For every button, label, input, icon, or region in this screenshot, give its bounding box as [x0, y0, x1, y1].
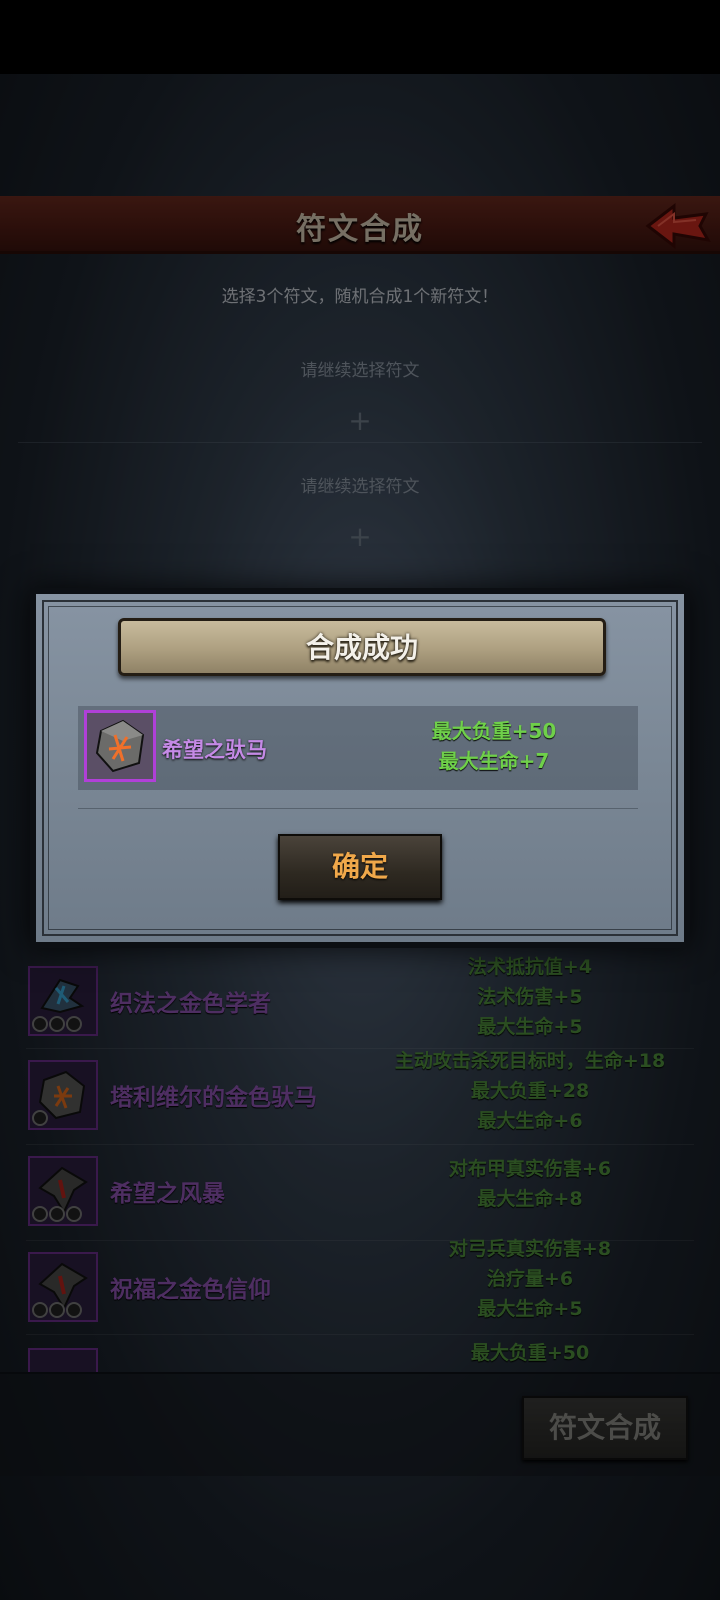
- confirm-button[interactable]: 确定: [278, 834, 442, 900]
- stat-line: 最大负重+50: [431, 719, 557, 743]
- rune-stone-icon: [84, 710, 156, 782]
- result-stats: 最大负重+50 最大生命+7: [404, 716, 584, 776]
- result-rune-name: 希望之驮马: [162, 738, 267, 762]
- success-dialog: 合成成功 希望之驮马 最大负重+50 最大生命+7 确定: [30, 588, 690, 948]
- stat-line: 最大生命+7: [438, 749, 550, 773]
- dialog-divider: [78, 808, 638, 809]
- status-bar: [0, 0, 720, 74]
- dialog-title: 合成成功: [305, 631, 418, 664]
